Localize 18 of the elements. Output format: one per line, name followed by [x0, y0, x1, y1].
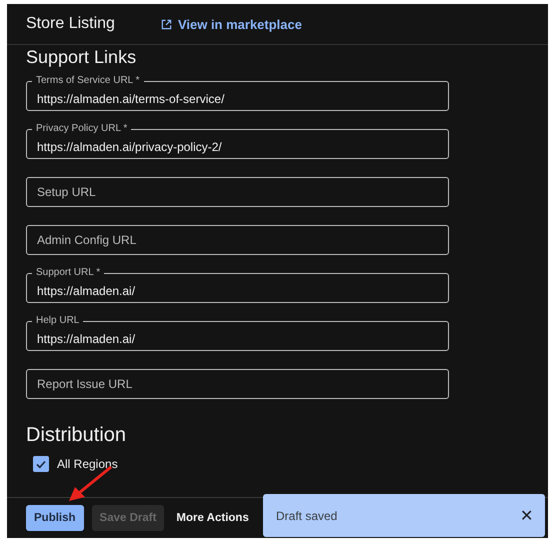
field-label: Support URL * — [32, 267, 104, 279]
checkmark-icon — [35, 458, 47, 470]
url-field[interactable]: Report Issue URL — [26, 369, 449, 399]
checkbox[interactable] — [33, 456, 49, 472]
menu-button[interactable]: More Actions — [172, 505, 253, 531]
page-title: Store Listing — [26, 15, 115, 33]
close-button[interactable]: ✕ — [520, 506, 533, 526]
checkbox-label: All Regions — [57, 457, 118, 471]
url-field[interactable]: Admin Config URL — [26, 225, 449, 255]
action-button[interactable]: Publish — [26, 505, 84, 531]
field-label: Help URL — [32, 315, 84, 327]
toast-message: Draft saved — [276, 508, 338, 522]
url-field[interactable]: Setup URL — [26, 177, 449, 207]
section-heading: Distribution — [26, 424, 128, 446]
section-heading: Support Links — [26, 46, 138, 68]
marketplace-link[interactable]: View in marketplace — [160, 16, 302, 32]
external-link-icon — [160, 18, 172, 30]
field-label: Privacy Policy URL * — [32, 123, 132, 135]
